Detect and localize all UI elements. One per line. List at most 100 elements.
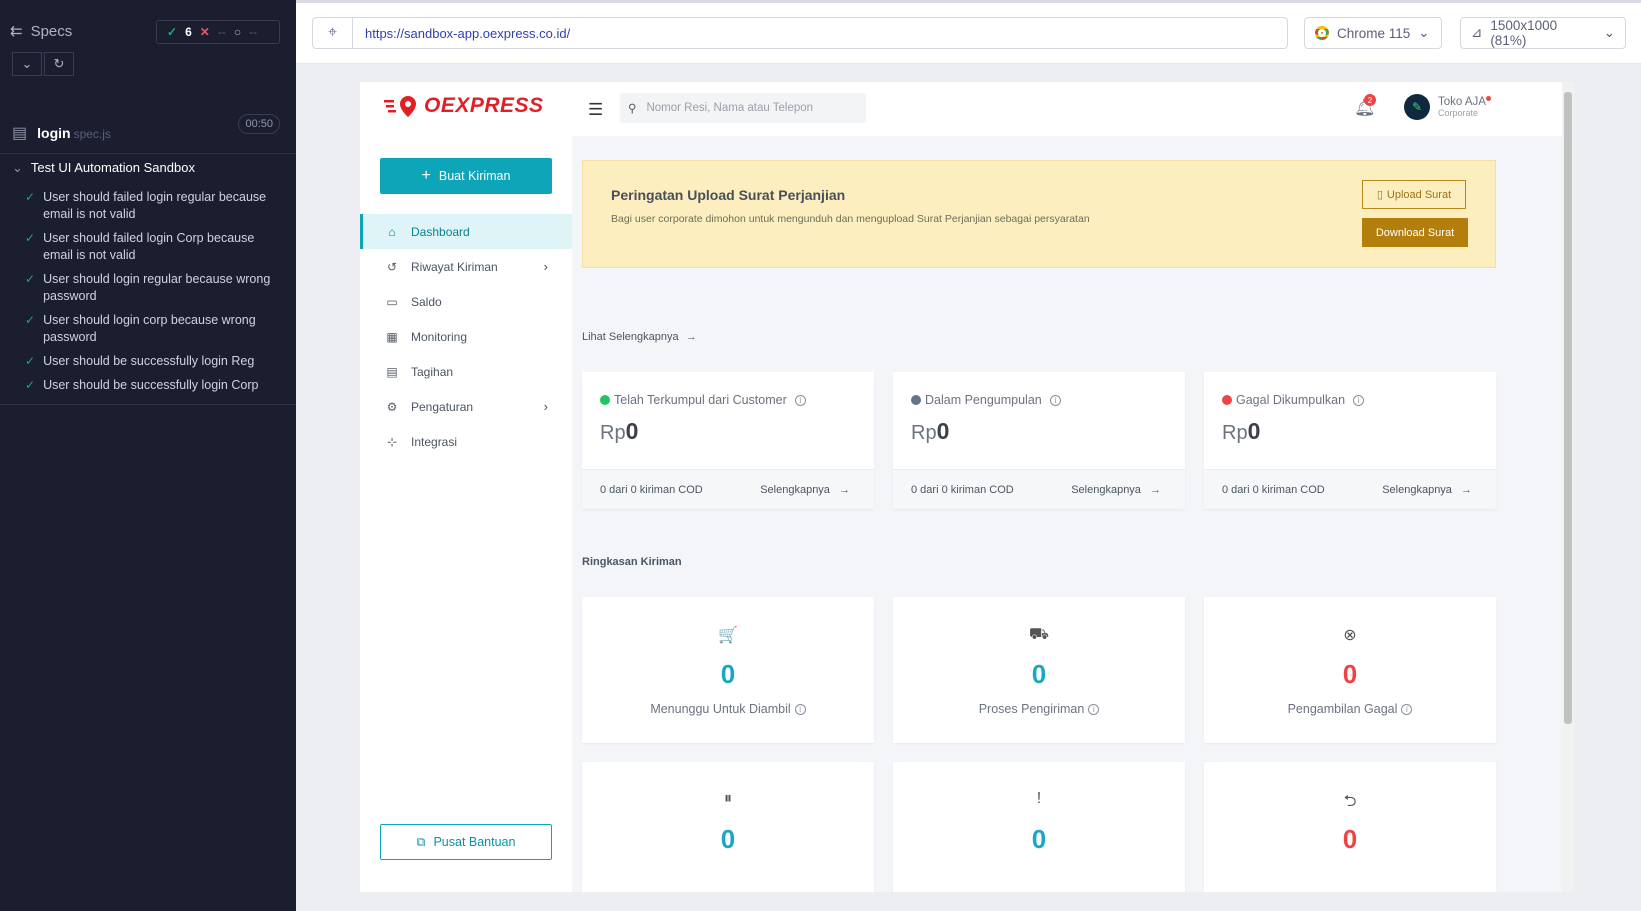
summary-card[interactable]: ⊗ 0 Pengambilan Gagal i — [1204, 597, 1496, 743]
see-more-link[interactable]: Lihat Selengkapnya → — [582, 331, 697, 343]
external-link-icon: ⧉ — [416, 834, 426, 849]
cod-more-link[interactable]: Selengkapnya → — [760, 484, 850, 496]
create-shipment-button[interactable]: + Buat Kiriman — [380, 158, 552, 194]
specs-header[interactable]: ⇇ Specs — [10, 22, 73, 41]
download-letter-button[interactable]: Download Surat — [1362, 218, 1468, 247]
collapse-button[interactable]: ⌄ — [12, 52, 42, 76]
warning-description: Bagi user corporate dimohon untuk mengun… — [611, 213, 1090, 225]
specs-title: Specs — [30, 22, 73, 40]
test-list: ✓ User should failed login regular becaus… — [0, 186, 296, 405]
sidebar-item-pengaturan[interactable]: ⚙ Pengaturan › — [360, 389, 572, 424]
test-item[interactable]: ✓ User should failed login Corp because e… — [0, 227, 296, 268]
cod-more-link[interactable]: Selengkapnya → — [1382, 484, 1472, 496]
selector-playground-icon[interactable]: ⌖ — [313, 18, 353, 48]
info-icon[interactable]: i — [1049, 394, 1061, 406]
spec-ext: spec.js — [73, 126, 111, 141]
url-bar[interactable]: ⌖ https://sandbox-app.oexpress.co.id/ — [312, 17, 1288, 49]
browser-selector[interactable]: Chrome 115 ⌄ — [1304, 17, 1442, 49]
spec-file[interactable]: ▤ login spec.js 00:50 — [0, 112, 296, 154]
upload-warning-banner: Peringatan Upload Surat Perjanjian Bagi … — [582, 160, 1496, 268]
sidebar-item-riwayat-kiriman[interactable]: ↺ Riwayat Kiriman › — [360, 249, 572, 284]
logo-text: OEXPRESS — [424, 94, 544, 117]
help-center-button[interactable]: ⧉ Pusat Bantuan — [380, 824, 552, 860]
notification-bell-icon[interactable]: 🔔︎ 2 — [1354, 94, 1376, 118]
test-item[interactable]: ✓ User should be successfully login Corp — [0, 374, 296, 398]
search-placeholder: Nomor Resi, Nama atau Telepon — [646, 102, 814, 114]
truck-icon: ⛟ — [1028, 626, 1050, 643]
logo[interactable]: OEXPRESS — [384, 94, 544, 118]
viewport-size: 1500x1000 (81%) — [1490, 18, 1558, 48]
logo-pin-icon — [384, 96, 416, 117]
test-title: User should login regular because wrong … — [43, 272, 271, 303]
scrollbar-thumb[interactable] — [1564, 92, 1572, 724]
sidebar-item-label: Integrasi — [411, 434, 458, 449]
top-bar: ☰ ⚲ Nomor Resi, Nama atau Telepon 🔔︎ 2 ✎… — [572, 82, 1574, 136]
summary-card[interactable]: 🛒 0 Menunggu Untuk Diambil i — [582, 597, 874, 743]
download-letter-label: Download Surat — [1375, 226, 1455, 239]
test-runner-panel: ⇇ Specs ✓ 6 ✕ -- ○ -- ⌄ ↻ ▤ login spec.js… — [0, 0, 296, 911]
create-shipment-label: Buat Kiriman — [438, 169, 511, 183]
test-item[interactable]: ✓ User should failed login regular becaus… — [0, 186, 296, 227]
sidebar-item-dashboard[interactable]: ⌂ Dashboard — [360, 214, 572, 249]
info-icon[interactable]: i — [794, 704, 806, 716]
summary-title: Ringkasan Kiriman — [582, 556, 682, 568]
calendar-icon: ▦ — [386, 329, 398, 344]
sidebar-item-label: Pengaturan — [411, 399, 474, 414]
summary-card[interactable]: ⛟ 0 Proses Pengiriman i — [893, 597, 1185, 743]
gear-icon: ⚙ — [386, 399, 398, 414]
cod-currency: Rp — [600, 422, 626, 444]
suite-title[interactable]: ⌄ Test UI Automation Sandbox — [12, 160, 195, 176]
cod-currency: Rp — [1222, 422, 1248, 444]
viewport-selector[interactable]: ⊿ 1500x1000 (81%) ⌄ — [1460, 17, 1626, 49]
test-item[interactable]: ✓ User should login corp because wrong pa… — [0, 309, 296, 350]
cod-card-label: Dalam Pengumpulan — [925, 393, 1042, 407]
status-dot-icon — [600, 395, 610, 405]
network-icon: ⊹ — [386, 434, 398, 449]
upload-letter-button[interactable]: ▯ Upload Surat — [1362, 180, 1466, 209]
file-icon: ▤ — [12, 124, 28, 142]
sidebar-item-monitoring[interactable]: ▦ Monitoring — [360, 319, 572, 354]
scrollbar[interactable] — [1562, 82, 1574, 892]
pending-count: -- — [249, 25, 258, 39]
sidebar-item-saldo[interactable]: ▭ Saldo — [360, 284, 572, 319]
failed-count: -- — [217, 25, 226, 39]
search-input[interactable]: ⚲ Nomor Resi, Nama atau Telepon — [620, 93, 866, 123]
warning-title: Peringatan Upload Surat Perjanjian — [611, 187, 846, 203]
test-item[interactable]: ✓ User should login regular because wrong… — [0, 268, 296, 309]
arrow-right-icon: → — [685, 331, 697, 343]
browser-name: Chrome 115 — [1337, 25, 1411, 41]
cod-count: 0 dari 0 kiriman COD — [600, 484, 703, 496]
sidebar-item-tagihan[interactable]: ▤ Tagihan — [360, 354, 572, 389]
sidebar-item-integrasi[interactable]: ⊹ Integrasi — [360, 424, 572, 459]
cod-more-link[interactable]: Selengkapnya → — [1071, 484, 1161, 496]
summary-label: Proses Pengiriman — [978, 702, 1085, 716]
cod-more-label: Selengkapnya — [760, 484, 830, 496]
test-title: User should failed login regular because… — [43, 190, 267, 221]
summary-value: 0 — [720, 659, 736, 689]
alert-icon: ! — [1036, 790, 1042, 807]
hamburger-menu-icon[interactable]: ☰ — [588, 100, 603, 120]
avatar: ✎ — [1404, 94, 1430, 120]
info-icon[interactable]: i — [794, 394, 806, 406]
summary-card[interactable]: ! 0 — [893, 762, 1185, 892]
chevron-down-icon: ⌄ — [1418, 25, 1430, 40]
summary-card[interactable]: ⮌ 0 — [1204, 762, 1496, 892]
info-icon[interactable]: i — [1088, 704, 1100, 716]
cod-card-label: Gagal Dikumpulkan — [1236, 393, 1346, 407]
info-icon[interactable]: i — [1353, 394, 1365, 406]
cod-amount: 0 — [1247, 418, 1261, 444]
arrow-right-icon: → — [839, 484, 850, 496]
info-icon[interactable]: i — [1401, 704, 1413, 716]
summary-card[interactable]: ⏸ 0 — [582, 762, 874, 892]
cod-count: 0 dari 0 kiriman COD — [1222, 484, 1325, 496]
cod-card-label: Telah Terkumpul dari Customer — [614, 393, 787, 407]
user-menu[interactable]: ✎ Toko AJA Corporate — [1404, 94, 1491, 120]
cod-more-label: Selengkapnya — [1071, 484, 1141, 496]
test-item[interactable]: ✓ User should be successfully login Reg — [0, 350, 296, 374]
cod-amount: 0 — [625, 418, 639, 444]
document-icon: ▯ — [1376, 189, 1383, 201]
rerun-button[interactable]: ↻ — [44, 52, 74, 76]
plus-icon: + — [421, 167, 431, 184]
help-center-label: Pusat Bantuan — [433, 835, 516, 849]
sidebar-item-label: Dashboard — [411, 224, 470, 239]
